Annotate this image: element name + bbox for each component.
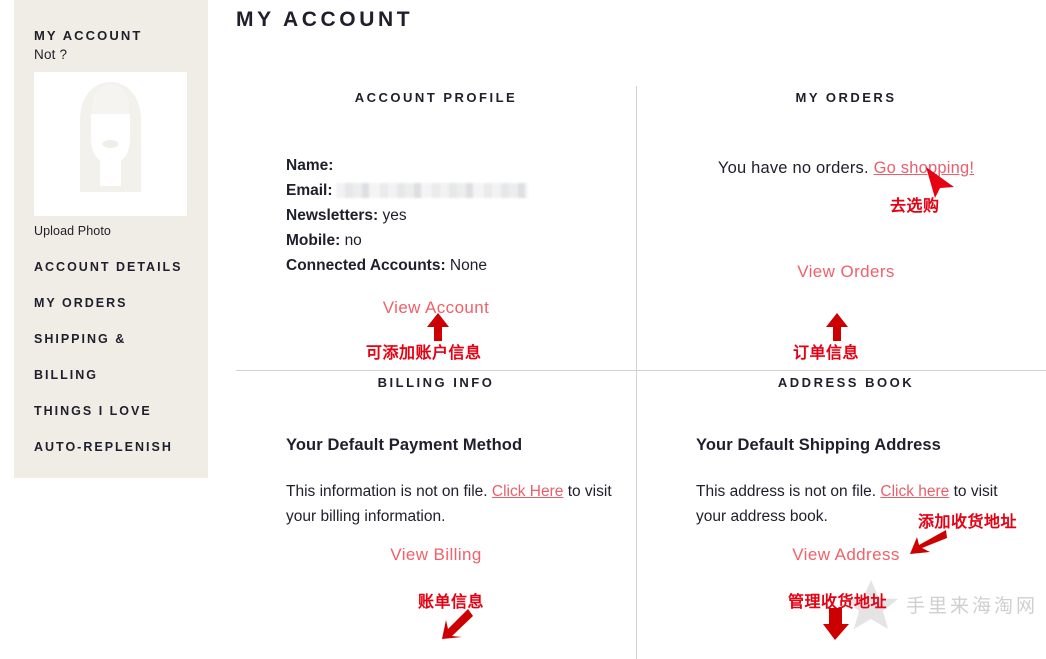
view-billing-link[interactable]: View Billing — [236, 545, 636, 565]
address-body-copy: This address is not on file. Click here … — [646, 479, 1046, 529]
page-title: MY ACCOUNT — [236, 8, 414, 31]
profile-label-connected-accounts: Connected Accounts: — [286, 257, 446, 274]
account-profile-fields: Name: Email: Newsletters: yes Mobile: no… — [236, 153, 636, 278]
profile-label-email: Email: — [286, 182, 333, 199]
address-book-heading: ADDRESS BOOK — [777, 375, 915, 390]
profile-value-connected-accounts: None — [449, 257, 487, 274]
go-shopping-link[interactable]: Go shopping! — [874, 159, 975, 177]
account-sidebar: MY ACCOUNT Not ? Upload Photo ACCOUNT DE… — [14, 0, 208, 478]
orders-empty-text: You have no orders. — [717, 159, 869, 177]
address-click-here-link[interactable]: Click here — [880, 483, 949, 500]
vertical-divider — [636, 86, 637, 659]
account-profile-heading: ACCOUNT PROFILE — [354, 90, 518, 105]
billing-click-here-link[interactable]: Click Here — [492, 483, 563, 500]
profile-label-mobile: Mobile: — [286, 232, 341, 249]
billing-body-copy: This information is not on file. Click H… — [236, 479, 636, 529]
address-book-panel: ADDRESS BOOK Your Default Shipping Addre… — [646, 371, 1046, 565]
sidebar-item-auto-replenish[interactable]: AUTO-REPLENISH — [34, 440, 208, 454]
sidebar-title: MY ACCOUNT — [34, 28, 143, 43]
account-dashboard-grid: ACCOUNT PROFILE Name: Email: Newsletters… — [236, 86, 1046, 659]
address-text-before: This address is not on file. — [696, 483, 877, 500]
profile-row-newsletters: Newsletters: yes — [286, 203, 636, 228]
profile-row-mobile: Mobile: no — [286, 228, 636, 253]
my-orders-panel: MY ORDERS You have no orders. Go shoppin… — [646, 86, 1046, 282]
profile-row-connected-accounts: Connected Accounts: None — [286, 253, 636, 278]
sidebar-item-my-orders[interactable]: MY ORDERS — [34, 296, 208, 310]
profile-label-newsletters: Newsletters: — [286, 207, 379, 224]
billing-text-before: This information is not on file. — [286, 483, 488, 500]
profile-label-name: Name: — [286, 157, 334, 174]
view-address-link[interactable]: View Address — [646, 545, 1046, 565]
view-orders-link[interactable]: View Orders — [646, 262, 1046, 282]
view-account-link[interactable]: View Account — [236, 298, 636, 318]
billing-sub-heading: Your Default Payment Method — [286, 436, 523, 454]
sidebar-item-shipping[interactable]: SHIPPING & — [34, 332, 208, 346]
orders-empty-state: You have no orders. Go shopping! — [646, 159, 1046, 178]
sidebar-item-account-details[interactable]: ACCOUNT DETAILS — [34, 260, 208, 274]
sidebar-item-billing[interactable]: BILLING — [34, 368, 208, 382]
upload-photo-link[interactable]: Upload Photo — [34, 224, 208, 238]
profile-row-name: Name: — [286, 153, 636, 178]
profile-value-mobile: no — [344, 232, 362, 249]
sidebar-item-things-i-love[interactable]: THINGS I LOVE — [34, 404, 208, 418]
my-orders-heading: MY ORDERS — [795, 90, 897, 105]
account-profile-panel: ACCOUNT PROFILE Name: Email: Newsletters… — [236, 86, 636, 318]
profile-value-newsletters: yes — [382, 207, 407, 224]
female-silhouette-avatar-icon — [34, 72, 187, 216]
email-redaction-bar — [335, 183, 528, 199]
billing-info-heading: BILLING INFO — [377, 375, 495, 390]
avatar[interactable] — [34, 72, 187, 216]
profile-row-email: Email: — [286, 178, 636, 203]
sidebar-greeting: Not ? — [34, 47, 68, 62]
address-sub-heading: Your Default Shipping Address — [696, 436, 941, 454]
billing-info-panel: BILLING INFO Your Default Payment Method… — [236, 371, 636, 565]
